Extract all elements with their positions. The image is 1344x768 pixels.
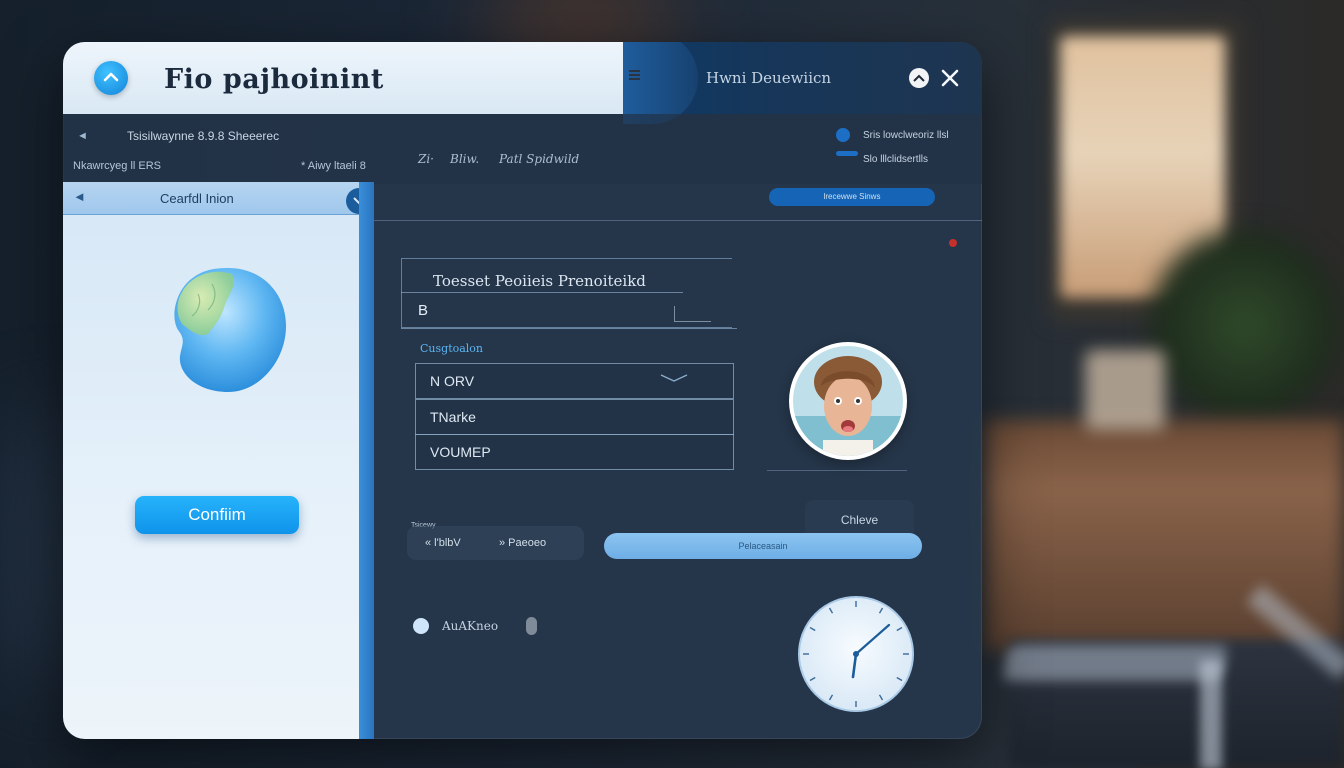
text-input-value[interactable]: B [418,302,428,319]
globe-icon [174,268,286,392]
option-row-2[interactable]: TNarke [415,399,734,435]
input-field[interactable]: « l'blbV » Paeoeo [407,526,584,560]
divider [401,292,683,293]
notification-dot-icon [949,239,957,247]
toggle-switch[interactable] [526,617,537,635]
clock-icon [798,596,914,712]
subheader-status-2: Slo lllclidsertlls [863,154,929,165]
left-panel: ◄ Cearfdl Inion Confiim [63,182,374,739]
close-icon[interactable] [938,66,962,90]
title-bar: Fio pajhoinint Hwni Deuewiicn [63,42,982,124]
nav-item-2[interactable]: Bliw. [450,152,479,166]
back-arrow-icon[interactable]: ◄ [77,130,88,142]
subheader-status-1: Sris lowclweoriz llsl [863,130,949,141]
subheader-filter[interactable]: * Aiwy ltaeli 8 [301,160,366,172]
radio-label: AuAKneo [442,619,499,633]
back-arrow-icon[interactable]: ◄ [73,189,86,204]
form-title: Toesset Peoiieis Prenoiteikd [433,272,646,290]
chevron-down-icon[interactable] [659,372,689,384]
app-window: Fio pajhoinint Hwni Deuewiicn ◄ Tsisilwa… [63,42,982,739]
option-label: VOUMEP [430,444,491,460]
option-label: N ORV [430,373,475,389]
avatar[interactable] [789,342,907,460]
menu-icon[interactable] [629,70,640,82]
option-row-3[interactable]: VOUMEP [415,434,734,470]
window-subtitle: Hwni Deuewiicn [706,69,832,87]
divider [374,220,982,221]
progress-bar[interactable]: Pelaceasain [604,533,922,559]
top-action-pill[interactable]: lrecewwe Sinws [769,188,935,206]
left-panel-title: Cearfdl Inion [160,191,234,206]
avatar-photo [793,346,903,456]
input-underline [401,328,737,329]
breadcrumb: Tsisilwaynne 8.9.8 Sheeerec [127,129,280,143]
option-row-1[interactable]: N ORV [415,363,734,399]
input-value-2: » Paeoeo [499,537,547,549]
panel-scrollbar[interactable] [359,182,374,739]
left-panel-header: ◄ Cearfdl Inion [63,182,374,215]
confirm-button[interactable]: Confiim [135,496,299,534]
nav-item-3[interactable]: Patl Spidwild [499,152,579,166]
section-label: Cusgtoalon [420,342,484,355]
status-dot-icon [836,128,850,142]
sub-header: ◄ Tsisilwaynne 8.9.8 Sheeerec Nkawrcyeg … [63,114,982,184]
app-logo-icon[interactable] [94,61,128,95]
option-label: TNarke [430,409,476,425]
app-title: Fio pajhoinint [164,64,384,95]
nav-item-1[interactable]: Zi· [418,152,434,166]
status-dash-icon [836,151,858,156]
radio-button[interactable] [413,618,429,634]
input-caret [674,306,711,322]
subheader-label: Nkawrcyeg ll ERS [73,160,162,172]
chevron-up-icon[interactable] [909,68,929,88]
divider [767,470,907,471]
input-value-1: « l'blbV [425,537,461,549]
